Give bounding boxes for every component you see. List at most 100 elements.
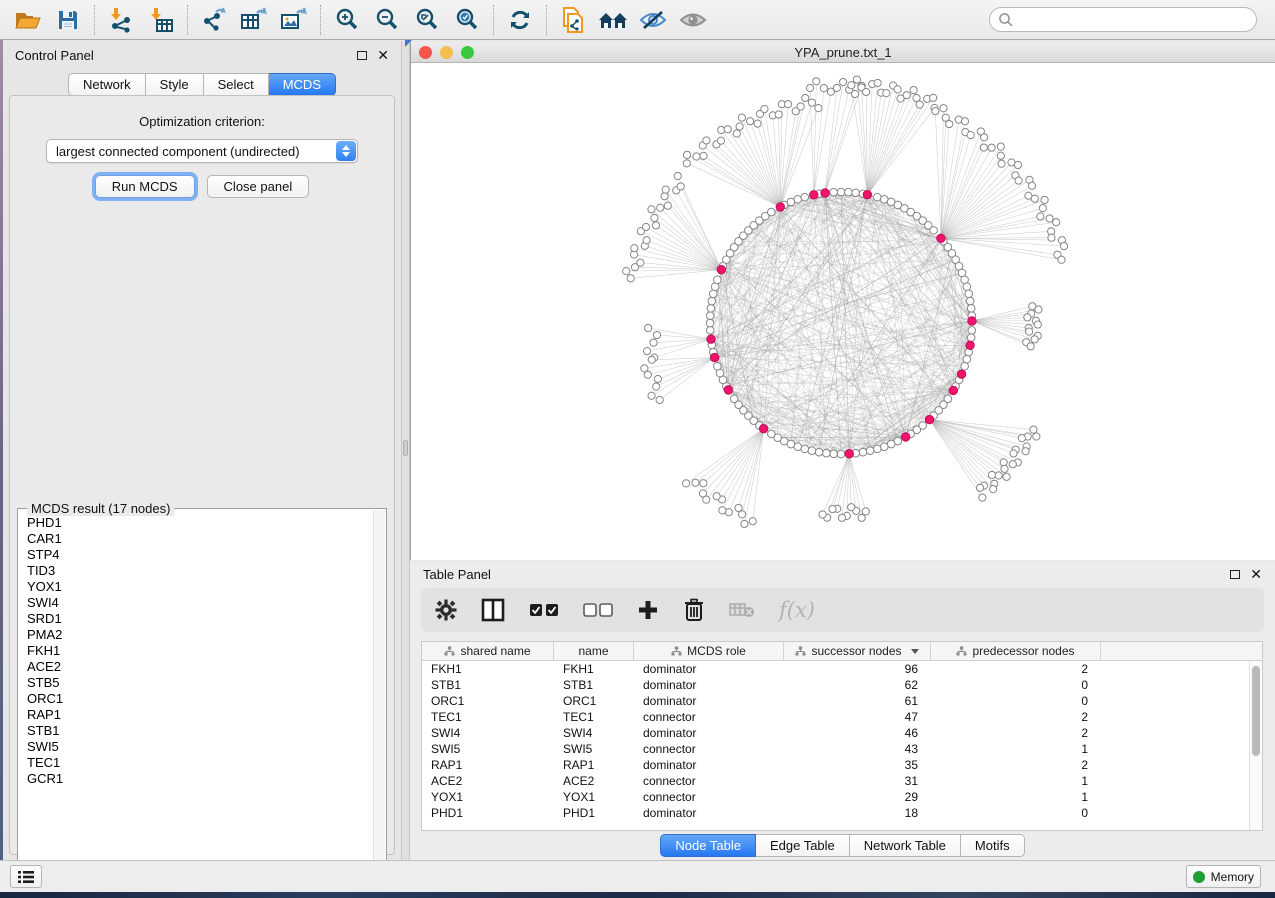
- network-node[interactable]: [709, 290, 717, 298]
- result-node[interactable]: FKH1: [27, 643, 372, 659]
- table-cell[interactable]: STB1: [554, 678, 634, 692]
- network-node[interactable]: [642, 223, 649, 230]
- table-cell[interactable]: PHD1: [422, 806, 554, 820]
- result-node[interactable]: GCR1: [27, 771, 372, 787]
- network-node[interactable]: [806, 84, 813, 91]
- network-node[interactable]: [703, 137, 710, 144]
- network-node[interactable]: [683, 151, 690, 158]
- table-cell[interactable]: 61: [784, 694, 931, 708]
- network-node[interactable]: [1041, 196, 1048, 203]
- delete-column-trash-icon[interactable]: [683, 598, 705, 622]
- sort-chevron-icon[interactable]: [911, 649, 919, 654]
- table-cell[interactable]: 1: [931, 742, 1101, 756]
- network-node[interactable]: [1024, 314, 1031, 321]
- network-node[interactable]: [851, 90, 858, 97]
- network-node[interactable]: [845, 188, 853, 196]
- table-cell[interactable]: 2: [931, 710, 1101, 724]
- hub-node[interactable]: [821, 189, 829, 197]
- table-cell[interactable]: ORC1: [554, 694, 634, 708]
- zoom-fit-icon[interactable]: [407, 3, 447, 37]
- network-node[interactable]: [700, 152, 707, 159]
- network-node[interactable]: [643, 237, 650, 244]
- hub-node[interactable]: [717, 266, 725, 274]
- network-node[interactable]: [623, 268, 630, 275]
- network-node[interactable]: [840, 78, 847, 85]
- hub-node[interactable]: [759, 425, 767, 433]
- result-node[interactable]: CAR1: [27, 531, 372, 547]
- network-node[interactable]: [853, 76, 860, 83]
- hub-node[interactable]: [710, 353, 718, 361]
- table-cell[interactable]: 35: [784, 758, 931, 772]
- network-node[interactable]: [724, 126, 731, 133]
- network-node[interactable]: [837, 450, 845, 458]
- table-cell[interactable]: TEC1: [554, 710, 634, 724]
- network-node[interactable]: [643, 348, 650, 355]
- table-row[interactable]: SWI4SWI4dominator462: [422, 725, 1262, 741]
- table-cell[interactable]: SWI4: [422, 726, 554, 740]
- network-node[interactable]: [754, 120, 761, 127]
- network-node[interactable]: [963, 283, 971, 291]
- deselect-all-columns-icon[interactable]: [583, 603, 613, 617]
- divider-grip[interactable]: [403, 440, 408, 456]
- result-node[interactable]: TEC1: [27, 755, 372, 771]
- network-node[interactable]: [894, 86, 901, 93]
- network-node[interactable]: [995, 472, 1002, 479]
- first-neighbors-icon[interactable]: [593, 3, 633, 37]
- network-node[interactable]: [719, 507, 726, 514]
- network-node[interactable]: [848, 82, 855, 89]
- table-cell[interactable]: SWI4: [554, 726, 634, 740]
- hub-node[interactable]: [863, 190, 871, 198]
- network-node[interactable]: [654, 375, 661, 382]
- tab-network[interactable]: Network: [68, 73, 146, 96]
- table-cell[interactable]: TEC1: [422, 710, 554, 724]
- table-cell[interactable]: ACE2: [554, 774, 634, 788]
- network-node[interactable]: [808, 447, 816, 455]
- result-list-scrollbar[interactable]: [373, 510, 385, 874]
- column-header-shared-name[interactable]: shared name: [422, 642, 554, 660]
- table-row[interactable]: ACE2ACE2connector311: [422, 773, 1262, 789]
- run-mcds-button[interactable]: Run MCDS: [95, 175, 195, 198]
- network-node[interactable]: [641, 365, 648, 372]
- table-row[interactable]: STB1STB1dominator620: [422, 677, 1262, 693]
- table-cell[interactable]: 0: [931, 678, 1101, 692]
- network-node[interactable]: [859, 448, 867, 456]
- network-node[interactable]: [830, 188, 838, 196]
- network-node[interactable]: [735, 504, 742, 511]
- table-cell[interactable]: 2: [931, 662, 1101, 676]
- network-node[interactable]: [1046, 215, 1053, 222]
- network-node[interactable]: [652, 222, 659, 229]
- criterion-select[interactable]: largest connected component (undirected): [46, 139, 358, 163]
- network-node[interactable]: [768, 430, 776, 438]
- table-cell[interactable]: 18: [784, 806, 931, 820]
- zoom-in-icon[interactable]: [327, 3, 367, 37]
- tab-network-table[interactable]: Network Table: [850, 834, 961, 857]
- network-node[interactable]: [662, 186, 669, 193]
- network-node[interactable]: [1037, 213, 1044, 220]
- import-table-icon[interactable]: [141, 3, 181, 37]
- network-node[interactable]: [1039, 205, 1046, 212]
- hub-node[interactable]: [937, 234, 945, 242]
- network-node[interactable]: [968, 327, 976, 335]
- open-folder-icon[interactable]: [8, 3, 48, 37]
- export-network-icon[interactable]: [194, 3, 234, 37]
- network-node[interactable]: [997, 152, 1004, 159]
- network-node[interactable]: [829, 505, 836, 512]
- network-node[interactable]: [815, 448, 823, 456]
- table-scrollbar[interactable]: [1249, 661, 1262, 830]
- add-column-icon[interactable]: [637, 599, 659, 621]
- network-node[interactable]: [657, 204, 664, 211]
- table-cell[interactable]: 2: [931, 758, 1101, 772]
- network-node[interactable]: [1025, 328, 1032, 335]
- table-cell[interactable]: 96: [784, 662, 931, 676]
- network-window-titlebar[interactable]: YPA_prune.txt_1: [411, 42, 1275, 63]
- panel-split-divider[interactable]: [401, 41, 410, 860]
- result-node[interactable]: SRD1: [27, 611, 372, 627]
- network-node[interactable]: [848, 504, 855, 511]
- network-node[interactable]: [990, 486, 997, 493]
- network-node[interactable]: [730, 395, 738, 403]
- table-cell[interactable]: 31: [784, 774, 931, 788]
- network-node[interactable]: [838, 514, 845, 521]
- table-row[interactable]: TEC1TEC1connector472: [422, 709, 1262, 725]
- table-row[interactable]: PHD1PHD1dominator180: [422, 805, 1262, 821]
- network-node[interactable]: [706, 319, 714, 327]
